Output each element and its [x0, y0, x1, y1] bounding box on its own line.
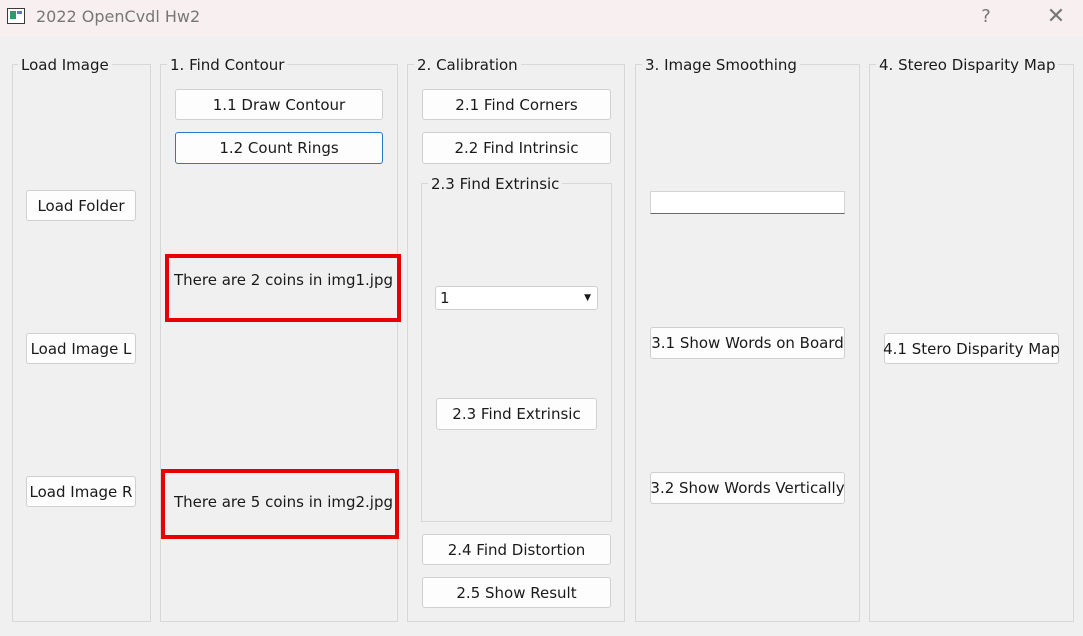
highlight-box-img2	[161, 469, 399, 539]
show-result-button[interactable]: 2.5 Show Result	[422, 577, 611, 608]
close-button[interactable]: ✕	[1036, 4, 1076, 30]
draw-contour-button[interactable]: 1.1 Draw Contour	[175, 89, 383, 120]
find-intrinsic-button[interactable]: 2.2 Find Intrinsic	[422, 132, 611, 164]
show-words-vertically-button[interactable]: 3.2 Show Words Vertically	[650, 472, 845, 504]
find-extrinsic-group-title: 2.3 Find Extrinsic	[428, 175, 563, 193]
chevron-down-icon: ▼	[584, 293, 591, 303]
load-image-l-button[interactable]: Load Image L	[26, 333, 136, 364]
find-contour-group-title: 1. Find Contour	[167, 56, 288, 74]
app-icon	[7, 8, 25, 24]
extrinsic-image-select-value: 1	[440, 289, 450, 307]
title-bar: 2022 OpenCvdl Hw2 ? ✕	[0, 0, 1083, 36]
find-extrinsic-button[interactable]: 2.3 Find Extrinsic	[436, 398, 597, 430]
count-rings-button[interactable]: 1.2 Count Rings	[175, 132, 383, 164]
help-button[interactable]: ?	[966, 4, 1006, 30]
find-extrinsic-group	[421, 183, 612, 522]
window-title: 2022 OpenCvdl Hw2	[36, 7, 201, 26]
show-words-on-board-button[interactable]: 3.1 Show Words on Board	[650, 327, 845, 359]
image-smoothing-group-title: 3. Image Smoothing	[642, 56, 800, 74]
find-distortion-button[interactable]: 2.4 Find Distortion	[422, 534, 611, 565]
highlight-box-img1	[165, 254, 401, 322]
calibration-group-title: 2. Calibration	[414, 56, 521, 74]
load-image-group-title: Load Image	[18, 56, 112, 74]
extrinsic-image-select[interactable]: 1 ▼	[435, 286, 598, 310]
load-image-r-button[interactable]: Load Image R	[26, 476, 136, 507]
words-input[interactable]	[650, 191, 845, 214]
find-corners-button[interactable]: 2.1 Find Corners	[422, 89, 611, 120]
stereo-disparity-map-button[interactable]: 4.1 Stero Disparity Map	[883, 333, 1060, 364]
stereo-disparity-group-title: 4. Stereo Disparity Map	[876, 56, 1059, 74]
load-folder-button[interactable]: Load Folder	[26, 190, 136, 221]
